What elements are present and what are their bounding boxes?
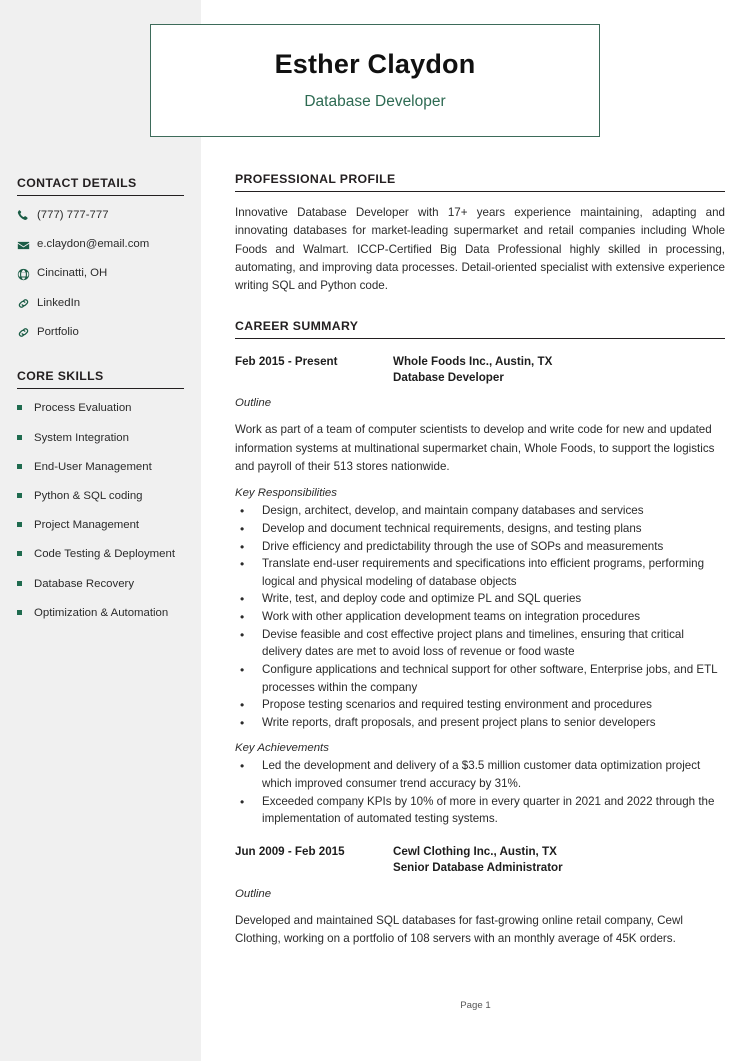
list-item: Led the development and delivery of a $3… <box>235 757 725 792</box>
skills-heading-rule <box>17 388 184 390</box>
core-skills-heading: CORE SKILLS <box>17 369 104 384</box>
bullet-square-icon <box>17 551 22 557</box>
list-item: Python & SQL coding <box>17 490 184 504</box>
bullet-square-icon <box>17 580 22 586</box>
envelope-icon <box>17 239 36 252</box>
contact-item-location: Cincinatti, OH <box>17 267 184 281</box>
list-item: Drive efficiency and predictability thro… <box>235 538 725 556</box>
job-company-title: Cewl Clothing Inc., Austin, TX Senior Da… <box>393 844 563 877</box>
page-footer: Page 1 <box>201 1000 750 1011</box>
responsibilities-label: Key Responsibilities <box>235 487 337 500</box>
job-title: Database Developer <box>393 371 504 385</box>
list-item: Design, architect, develop, and maintain… <box>235 502 725 520</box>
page-title: Esther Claydon <box>274 49 476 80</box>
profile-heading-rule <box>235 191 725 192</box>
job-header: Feb 2015 - Present Whole Foods Inc., Aus… <box>235 354 725 387</box>
list-item: Write, test, and deploy code and optimiz… <box>235 590 725 608</box>
list-item: Project Management <box>17 519 184 533</box>
contact-email-text: e.claydon@email.com <box>37 238 150 251</box>
list-item: Translate end-user requirements and spec… <box>235 555 725 590</box>
list-item: Code Testing & Deployment <box>17 548 184 562</box>
contact-linkedin-text: LinkedIn <box>37 296 81 309</box>
contact-location-text: Cincinatti, OH <box>37 267 108 280</box>
list-item: Propose testing scenarios and required t… <box>235 696 725 714</box>
professional-profile-text: Innovative Database Developer with 17+ y… <box>235 206 725 293</box>
responsibilities-list: Design, architect, develop, and maintain… <box>235 502 725 731</box>
list-item: End-User Management <box>17 461 184 475</box>
contact-item-portfolio[interactable]: Portfolio <box>17 326 184 340</box>
skill-label: Optimization & Automation <box>34 606 169 619</box>
job-outline-text: Work as part of a team of computer scien… <box>235 423 715 474</box>
job-dates: Jun 2009 - Feb 2015 <box>235 844 345 858</box>
job-company-title: Whole Foods Inc., Austin, TX Database De… <box>393 354 552 387</box>
skill-label: Python & SQL coding <box>34 490 143 502</box>
list-item: System Integration <box>17 432 184 446</box>
outline-label: Outline <box>235 397 272 410</box>
job-role-subtitle: Database Developer <box>304 93 446 111</box>
list-item: Work with other application development … <box>235 608 725 626</box>
career-summary-section: CAREER SUMMARY Feb 2015 - Present Whole … <box>235 319 725 949</box>
name-header-box: Esther Claydon Database Developer <box>150 24 600 137</box>
page-number: Page 1 <box>460 1000 491 1011</box>
job-company: Whole Foods Inc., Austin, TX <box>393 354 553 368</box>
contact-item-phone: (777) 777-777 <box>17 209 184 223</box>
skill-label: Project Management <box>34 519 140 532</box>
skill-label: Process Evaluation <box>34 402 132 415</box>
skill-label: Code Testing & Deployment <box>34 548 175 561</box>
list-item: Process Evaluation <box>17 402 184 416</box>
job-dates: Feb 2015 - Present <box>235 354 338 368</box>
job-company: Cewl Clothing Inc., Austin, TX <box>393 844 557 858</box>
contact-details-heading: CONTACT DETAILS <box>17 176 137 190</box>
bullet-square-icon <box>17 493 22 498</box>
job-entry: Jun 2009 - Feb 2015 Cewl Clothing Inc., … <box>235 844 725 949</box>
document-body: PROFESSIONAL PROFILE Innovative Database… <box>235 172 725 948</box>
job-header: Jun 2009 - Feb 2015 Cewl Clothing Inc., … <box>235 844 725 877</box>
bullet-square-icon <box>17 522 22 528</box>
sidebar: CONTACT DETAILS (777) 777-777 e.claydon@… <box>0 0 201 1061</box>
bullet-square-icon <box>17 609 22 615</box>
link-icon <box>17 297 36 310</box>
achievements-label: Key Achievements <box>235 742 329 755</box>
list-item: Configure applications and technical sup… <box>235 661 725 696</box>
core-skills-section: CORE SKILLS Process Evaluation System In… <box>17 369 184 620</box>
job-outline-text: Developed and maintained SQL databases f… <box>235 913 683 945</box>
list-item: Database Recovery <box>17 578 184 592</box>
career-heading-rule <box>235 337 725 339</box>
career-summary-heading: CAREER SUMMARY <box>235 318 359 333</box>
achievements-list: Led the development and delivery of a $3… <box>235 757 725 827</box>
bullet-square-icon <box>17 434 22 440</box>
list-item: Optimization & Automation <box>17 607 184 621</box>
list-item: Develop and document technical requireme… <box>235 520 725 538</box>
job-title: Senior Database Administrator <box>393 861 563 875</box>
list-item: Write reports, draft proposals, and pres… <box>235 714 725 732</box>
skill-label: End-User Management <box>34 460 152 473</box>
contact-phone-text: (777) 777-777 <box>37 209 109 221</box>
professional-profile-section: PROFESSIONAL PROFILE Innovative Database… <box>235 172 725 296</box>
resume-page: CONTACT DETAILS (777) 777-777 e.claydon@… <box>0 0 750 1061</box>
professional-profile-heading: PROFESSIONAL PROFILE <box>235 172 396 186</box>
bullet-square-icon <box>17 463 22 469</box>
phone-icon <box>17 209 36 222</box>
link-icon <box>17 326 36 339</box>
main-content: Esther Claydon Database Developer PROFES… <box>150 0 750 1061</box>
list-item: Devise feasible and cost effective proje… <box>235 626 725 661</box>
skill-label: Database Recovery <box>34 577 135 590</box>
contact-portfolio-text: Portfolio <box>37 325 79 338</box>
contact-item-email: e.claydon@email.com <box>17 238 184 252</box>
outline-label: Outline <box>235 887 272 900</box>
contact-item-linkedin[interactable]: LinkedIn <box>17 297 184 311</box>
bullet-square-icon <box>17 405 22 411</box>
skill-label: System Integration <box>34 431 129 444</box>
job-entry: Feb 2015 - Present Whole Foods Inc., Aus… <box>235 354 725 828</box>
list-item: Exceeded company KPIs by 10% of more in … <box>235 793 725 828</box>
globe-icon <box>17 268 36 281</box>
contact-heading-rule <box>17 195 184 196</box>
